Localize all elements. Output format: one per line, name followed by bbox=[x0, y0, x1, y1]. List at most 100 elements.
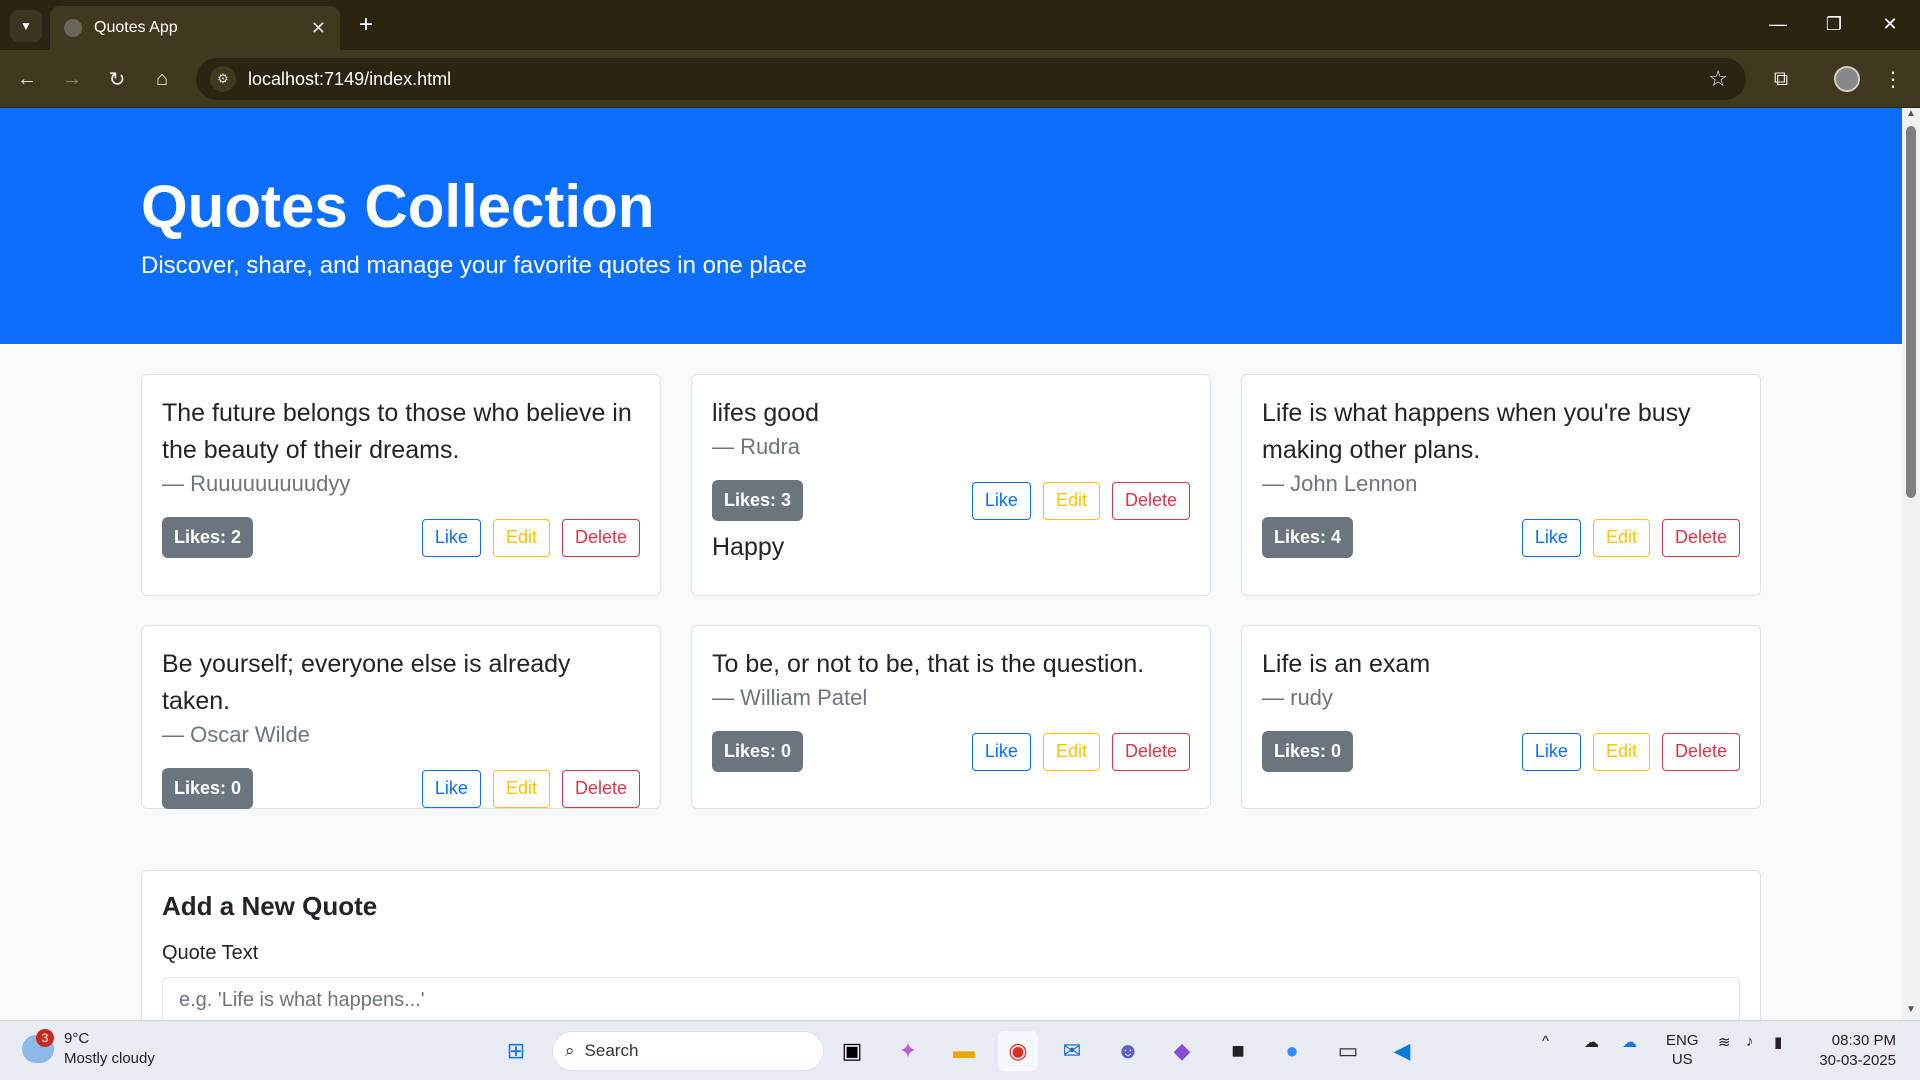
more-vert-icon: ⋮ bbox=[1883, 68, 1903, 91]
quote-author: — John Lennon bbox=[1262, 471, 1418, 496]
restore-button[interactable]: ❐ bbox=[1806, 0, 1862, 48]
close-tab-icon[interactable]: ✕ bbox=[311, 18, 326, 39]
scroll-down-icon[interactable]: ▼ bbox=[1902, 1004, 1920, 1020]
teams-button[interactable]: ☻ bbox=[1108, 1031, 1148, 1071]
profile-button[interactable] bbox=[1830, 62, 1864, 96]
windows-taskbar: 3 9°C Mostly cloudy ⊞ ⌕ Search ▣ ✦ ▬ ◉ ✉… bbox=[0, 1020, 1920, 1080]
folder-icon: ▬ bbox=[953, 1038, 975, 1063]
quote-text: lifes good bbox=[712, 399, 820, 427]
close-window-button[interactable]: ✕ bbox=[1862, 0, 1918, 48]
show-hidden-icons[interactable]: ^ bbox=[1542, 1033, 1549, 1050]
delete-button[interactable]: Delete bbox=[1661, 518, 1740, 557]
language-indicator[interactable]: ENG US bbox=[1666, 1031, 1699, 1069]
cloud-icon[interactable]: ☁ bbox=[1584, 1033, 1599, 1051]
tab-strip: ▼ Quotes App ✕ + — ❐ ✕ bbox=[0, 0, 1920, 50]
vscode-icon: ◀ bbox=[1393, 1038, 1411, 1063]
like-button[interactable]: Like bbox=[1521, 732, 1581, 771]
chrome-icon: ◉ bbox=[1008, 1038, 1028, 1063]
quote-text: Be yourself; everyone else is already ta… bbox=[162, 650, 571, 715]
language-top: ENG bbox=[1666, 1032, 1699, 1049]
minimize-button[interactable]: — bbox=[1750, 0, 1806, 48]
quote-card: lifes good — Rudra Likes: 3 Like Edit De… bbox=[691, 374, 1211, 596]
like-button[interactable]: Like bbox=[421, 518, 481, 557]
delete-button[interactable]: Delete bbox=[561, 518, 640, 557]
delete-button[interactable]: Delete bbox=[1111, 481, 1190, 520]
quote-author: — Rudra bbox=[712, 434, 801, 459]
like-button[interactable]: Like bbox=[1521, 518, 1581, 557]
system-clock[interactable]: 08:30 PM 30-03-2025 bbox=[1819, 1031, 1896, 1071]
language-bottom: US bbox=[1671, 1051, 1693, 1068]
quote-text-input[interactable] bbox=[162, 977, 1740, 1020]
clock-date: 30-03-2025 bbox=[1819, 1052, 1896, 1069]
battery-icon[interactable]: ▮ bbox=[1774, 1033, 1782, 1051]
delete-button[interactable]: Delete bbox=[1111, 732, 1190, 771]
vscode-button[interactable]: ◀ bbox=[1382, 1031, 1422, 1071]
like-button[interactable]: Like bbox=[421, 769, 481, 808]
new-tab-button[interactable]: + bbox=[352, 12, 380, 40]
file-explorer-button[interactable]: ▬ bbox=[944, 1031, 984, 1071]
home-button[interactable]: ⌂ bbox=[145, 62, 179, 96]
delete-button[interactable]: Delete bbox=[561, 769, 640, 808]
edit-button[interactable]: Edit bbox=[1592, 518, 1650, 557]
volume-icon[interactable]: ♪ bbox=[1746, 1033, 1754, 1050]
extensions-button[interactable]: ⧉ bbox=[1764, 62, 1798, 96]
browser-tab[interactable]: Quotes App ✕ bbox=[50, 6, 340, 50]
visual-studio-icon: ◆ bbox=[1173, 1038, 1191, 1063]
reload-icon: ↻ bbox=[108, 68, 126, 91]
quote-card: Be yourself; everyone else is already ta… bbox=[141, 625, 661, 809]
likes-badge: Likes: 0 bbox=[1262, 731, 1354, 772]
back-button[interactable]: ← bbox=[10, 62, 44, 96]
quote-author: — William Patel bbox=[712, 685, 868, 710]
page-subtitle: Discover, share, and manage your favorit… bbox=[141, 252, 807, 279]
forward-button[interactable]: → bbox=[55, 62, 89, 96]
likes-badge: Likes: 2 bbox=[162, 517, 254, 558]
hero-banner: Quotes Collection Discover, share, and m… bbox=[0, 108, 1902, 344]
page-viewport: Quotes Collection Discover, share, and m… bbox=[0, 108, 1902, 1020]
puzzle-icon: ⧉ bbox=[1773, 67, 1789, 90]
scroll-up-icon[interactable]: ▲ bbox=[1902, 108, 1920, 124]
visual-studio-button[interactable]: ◆ bbox=[1162, 1031, 1202, 1071]
scrollbar-thumb[interactable] bbox=[1906, 126, 1916, 498]
home-icon: ⌂ bbox=[155, 67, 169, 90]
temperature: 9°C bbox=[64, 1030, 90, 1047]
wifi-icon[interactable]: ≋ bbox=[1718, 1033, 1731, 1051]
start-button[interactable]: ⊞ bbox=[496, 1031, 536, 1071]
site-info-icon[interactable]: ⚙ bbox=[210, 66, 236, 92]
epic-games-icon: ■ bbox=[1231, 1038, 1245, 1063]
tab-search-button[interactable]: ▼ bbox=[10, 10, 42, 42]
delete-button[interactable]: Delete bbox=[1661, 732, 1740, 771]
terminal-button[interactable]: ▭ bbox=[1328, 1031, 1368, 1071]
copilot-button[interactable]: ✦ bbox=[888, 1031, 928, 1071]
bookmark-star-icon[interactable]: ☆ bbox=[1708, 66, 1728, 92]
taskbar-search[interactable]: ⌕ Search bbox=[552, 1031, 824, 1071]
browser-toolbar: ← → ↻ ⌂ ⚙ localhost:7149/index.html ☆ ⧉ … bbox=[0, 50, 1920, 108]
terminal-icon: ▭ bbox=[1337, 1038, 1359, 1063]
quote-card: Life is what happens when you're busy ma… bbox=[1241, 374, 1761, 596]
outlook-button[interactable]: ✉ bbox=[1052, 1031, 1092, 1071]
edit-button[interactable]: Edit bbox=[1592, 732, 1650, 771]
edit-button[interactable]: Edit bbox=[1042, 732, 1100, 771]
weather-widget[interactable]: 3 9°C Mostly cloudy bbox=[22, 1029, 155, 1069]
like-button[interactable]: Like bbox=[971, 481, 1031, 520]
task-view-button[interactable]: ▣ bbox=[832, 1031, 872, 1071]
page-scrollbar[interactable]: ▲ ▼ bbox=[1902, 108, 1920, 1020]
quote-text-label: Quote Text bbox=[162, 942, 259, 964]
edit-button[interactable]: Edit bbox=[1042, 481, 1100, 520]
epic-games-button[interactable]: ■ bbox=[1218, 1031, 1258, 1071]
browser-menu-button[interactable]: ⋮ bbox=[1876, 62, 1910, 96]
likes-badge: Likes: 0 bbox=[712, 731, 804, 772]
quote-tag: Happy bbox=[712, 533, 785, 561]
chrome-taskbar-button[interactable]: ◉ bbox=[998, 1031, 1038, 1071]
reload-button[interactable]: ↻ bbox=[100, 62, 134, 96]
tab-title: Quotes App bbox=[94, 19, 178, 36]
onedrive-icon[interactable]: ☁ bbox=[1622, 1033, 1637, 1051]
zoom-button[interactable]: ● bbox=[1272, 1031, 1312, 1071]
globe-icon bbox=[64, 19, 82, 37]
edit-button[interactable]: Edit bbox=[492, 518, 550, 557]
likes-badge: Likes: 0 bbox=[162, 768, 254, 809]
edit-button[interactable]: Edit bbox=[492, 769, 550, 808]
quote-card: The future belongs to those who believe … bbox=[141, 374, 661, 596]
address-bar[interactable]: ⚙ localhost:7149/index.html ☆ bbox=[196, 58, 1746, 100]
like-button[interactable]: Like bbox=[971, 732, 1031, 771]
avatar bbox=[1834, 66, 1860, 92]
